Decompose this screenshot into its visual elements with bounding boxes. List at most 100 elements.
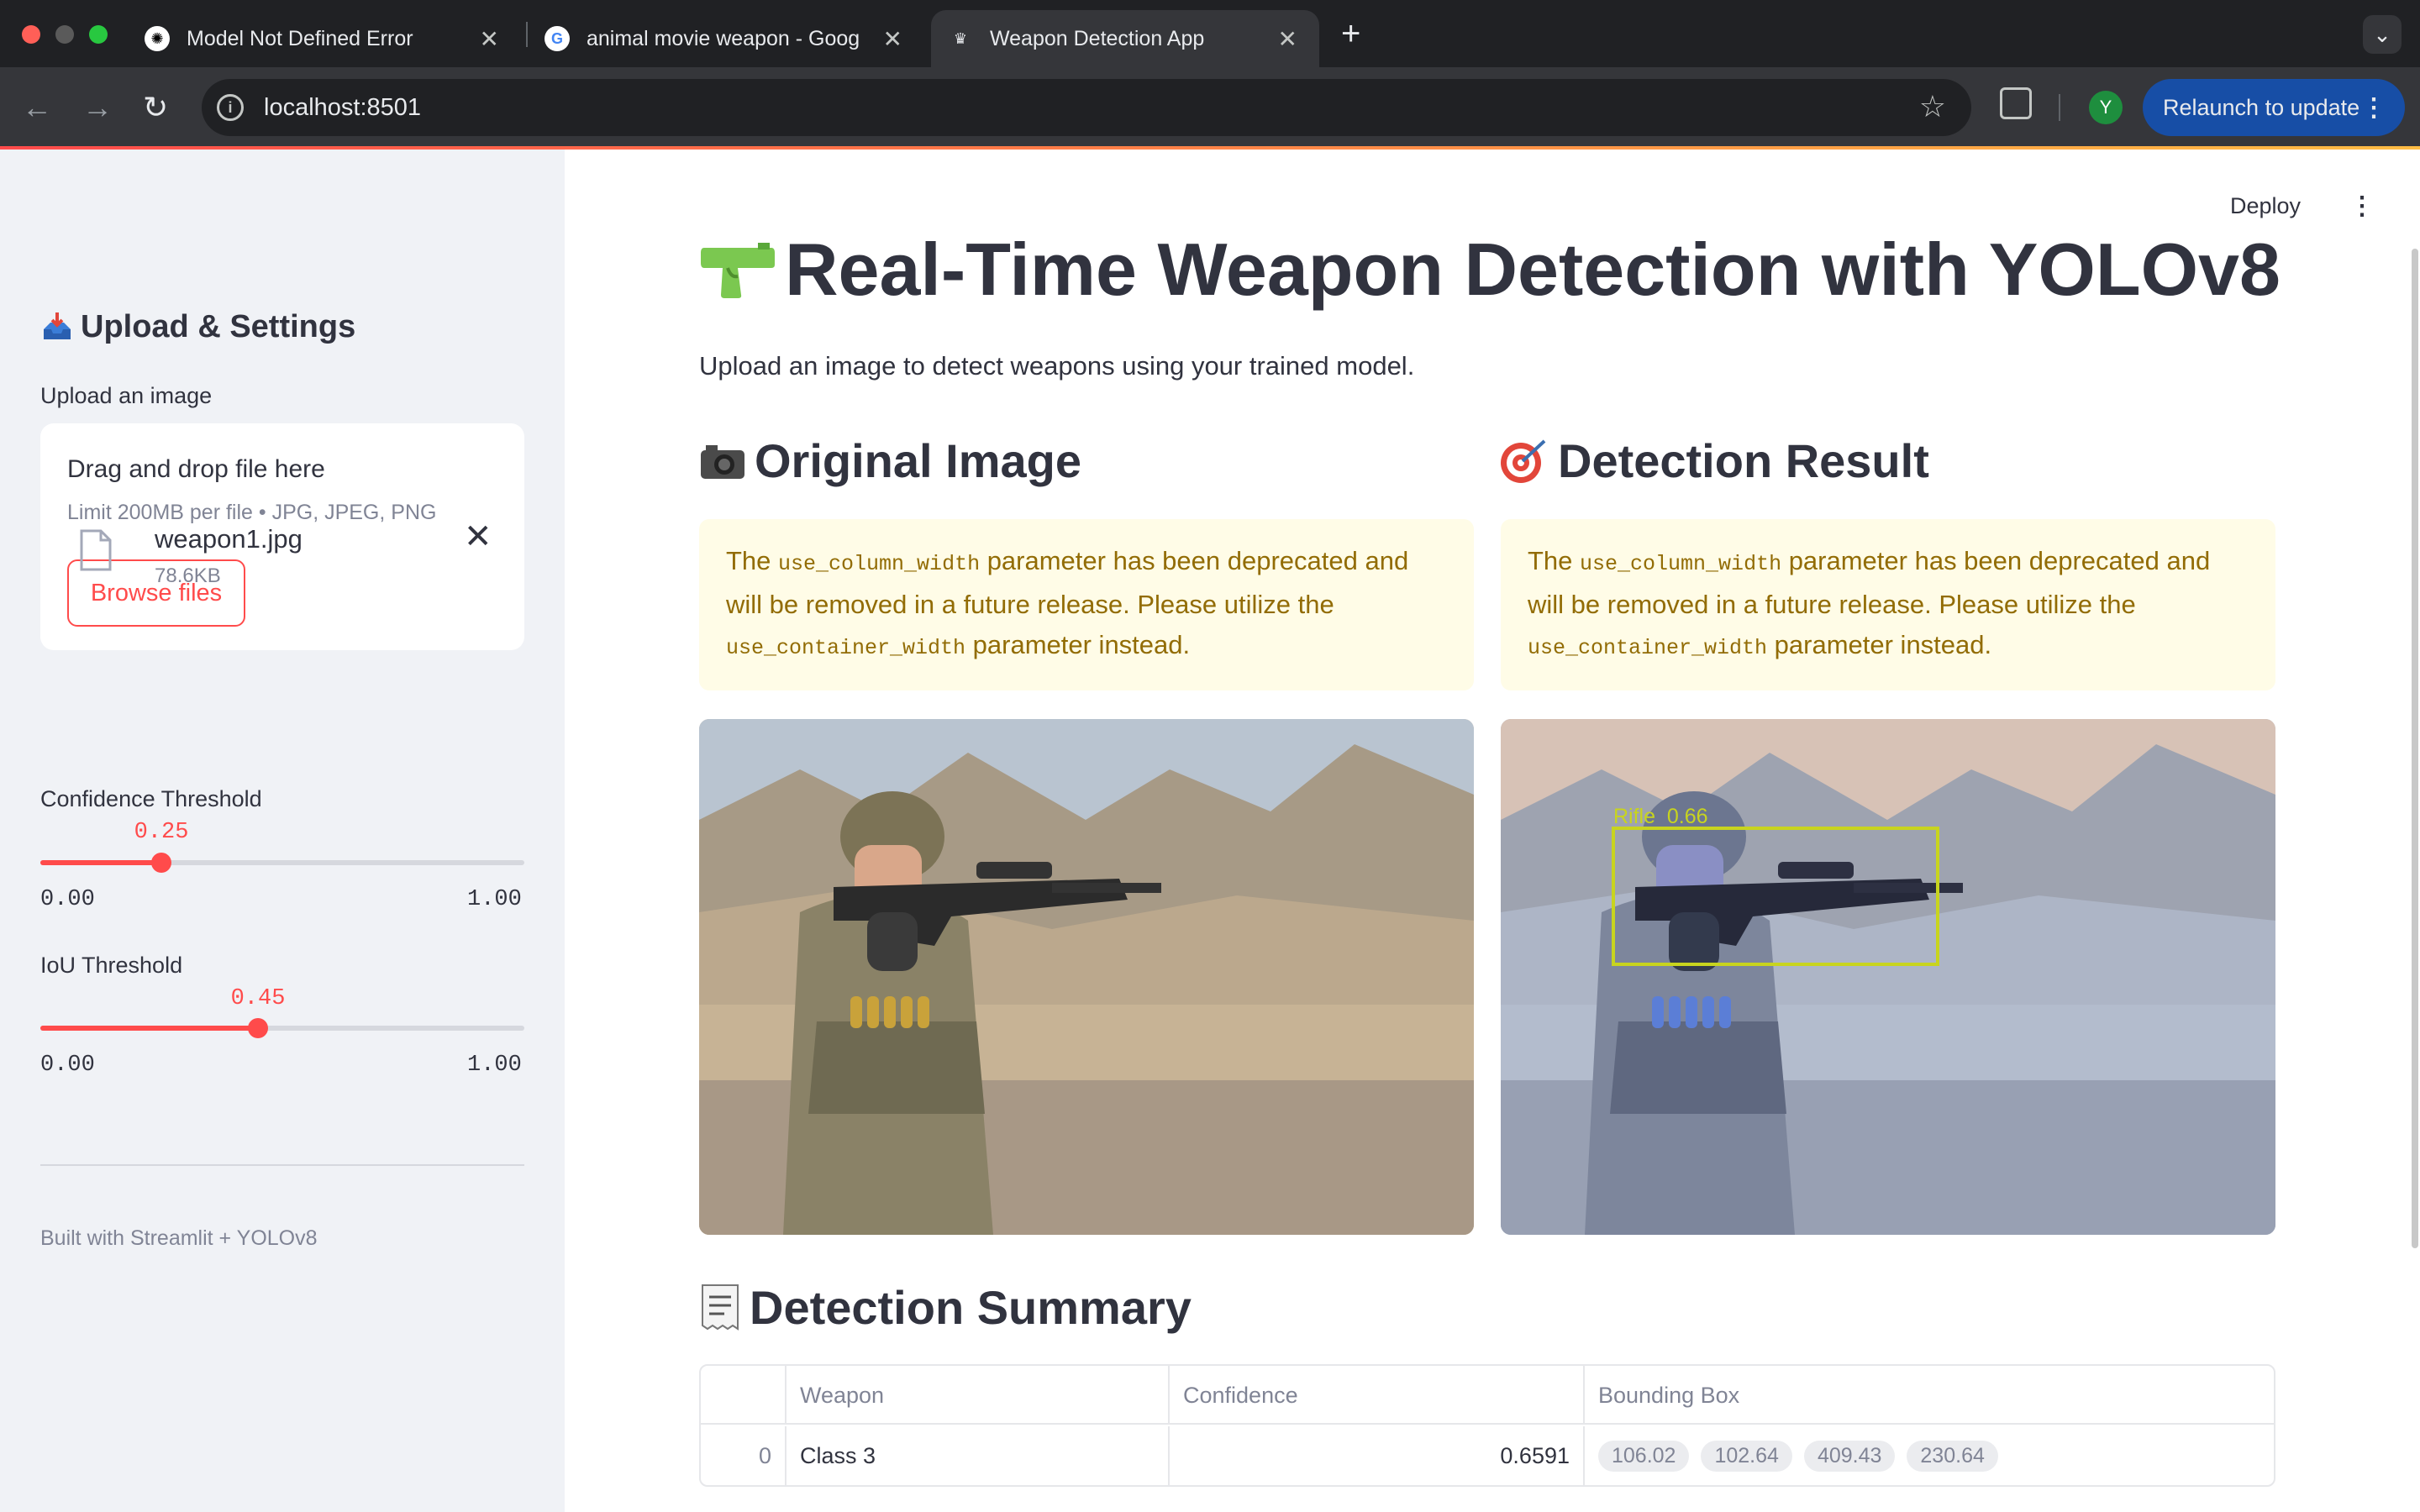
file-icon — [80, 529, 112, 571]
confidence-cell[interactable]: 0.6591 — [1170, 1426, 1585, 1485]
detection-result-heading: Detection Result — [1499, 433, 1929, 488]
row-index-cell[interactable]: 0 — [701, 1426, 786, 1485]
table-header-row: Weapon Confidence Bounding Box — [701, 1366, 2274, 1425]
detection-summary-table[interactable]: Weapon Confidence Bounding Box 0 Class 3… — [699, 1364, 2275, 1487]
warning-code: use_container_width — [1528, 636, 1768, 660]
sidebar-divider — [40, 1164, 524, 1166]
detection-result-image: Rifle 0.66 — [1501, 719, 2275, 1235]
detection-summary-heading: Detection Summary — [699, 1280, 1192, 1335]
warning-text: parameter instead. — [1767, 630, 1992, 659]
page-title: Real-Time Weapon Detection with YOLOv8 — [699, 227, 2281, 312]
close-window-button[interactable] — [22, 25, 40, 44]
confidence-max: 1.00 — [467, 887, 522, 912]
confidence-label: Confidence Threshold — [40, 786, 262, 811]
browser-tab-2[interactable]: G animal movie weapon - Goog ✕ — [529, 10, 924, 67]
scrollbar[interactable] — [2412, 249, 2418, 1248]
original-image-heading: Original Image — [699, 433, 1081, 488]
inbox-tray-icon — [44, 312, 71, 339]
iou-value: 0.45 — [230, 986, 286, 1011]
detection-photo — [1501, 719, 2275, 1235]
tab-title: animal movie weapon - Goog — [587, 26, 860, 50]
remove-file-close-icon[interactable]: ✕ — [464, 517, 492, 556]
address-bar[interactable]: i localhost:8501 ☆ — [202, 79, 1971, 136]
confidence-min: 0.00 — [40, 887, 95, 912]
detection-result-heading-text: Detection Result — [1558, 434, 1929, 487]
iou-slider-thumb[interactable] — [248, 1018, 269, 1038]
weapon-cell[interactable]: Class 3 — [786, 1426, 1170, 1485]
uploaded-file-name: weapon1.jpg — [155, 524, 302, 554]
dropzone-title: Drag and drop file here — [67, 455, 325, 483]
warning-code: use_column_width — [1580, 552, 1782, 576]
relaunch-label: Relaunch to update — [2163, 94, 2360, 120]
iou-slider[interactable] — [40, 1018, 524, 1038]
toolbar-divider — [2059, 94, 2060, 121]
main-menu-icon[interactable]: ⋮ — [2349, 192, 2375, 221]
warning-code: use_column_width — [778, 552, 981, 576]
new-tab-icon[interactable]: + — [1341, 15, 1360, 53]
confidence-value: 0.25 — [134, 820, 189, 845]
column-header-weapon[interactable]: Weapon — [786, 1366, 1170, 1425]
tab-title: Model Not Defined Error — [187, 26, 413, 50]
relaunch-button[interactable]: Relaunch to update ⋮ — [2143, 79, 2405, 136]
bullseye-icon — [1501, 439, 1546, 483]
column-header-bounding-box[interactable]: Bounding Box — [1585, 1366, 2274, 1425]
tab-search-chevron-icon[interactable]: ⌄ — [2363, 15, 2402, 54]
confidence-slider-fill — [40, 860, 161, 865]
uploader-label: Upload an image — [40, 383, 213, 408]
close-tab-icon[interactable]: ✕ — [1278, 25, 1297, 53]
sidebar-title: Upload & Settings — [40, 309, 355, 345]
back-arrow-icon[interactable]: ← — [22, 91, 52, 124]
warning-code: use_container_width — [726, 636, 966, 660]
detection-summary-heading-text: Detection Summary — [750, 1281, 1192, 1334]
deprecation-warning-right: The use_column_width parameter has been … — [1501, 519, 2275, 690]
extensions-puzzle-icon[interactable] — [2000, 87, 2032, 119]
original-image — [699, 719, 1474, 1235]
warning-text: The — [726, 546, 779, 575]
page-title-text: Real-Time Weapon Detection with YOLOv8 — [785, 228, 2281, 311]
confidence-slider-thumb[interactable] — [151, 853, 171, 873]
url-text[interactable]: localhost:8501 — [264, 94, 421, 122]
google-icon: G — [544, 26, 570, 51]
close-tab-icon[interactable]: ✕ — [480, 25, 499, 53]
original-image-heading-text: Original Image — [755, 434, 1081, 487]
tab-divider — [526, 22, 528, 47]
detection-box-label: Rifle 0.66 — [1613, 805, 1708, 828]
iou-slider-fill — [40, 1026, 259, 1031]
bbox-value-pill: 106.02 — [1598, 1440, 1690, 1472]
soldier-photo — [699, 719, 1474, 1235]
iou-max: 1.00 — [467, 1053, 522, 1078]
confidence-slider[interactable] — [40, 853, 524, 873]
intro-text: Upload an image to detect weapons using … — [699, 351, 1415, 381]
warning-text: The — [1528, 546, 1581, 575]
deploy-button[interactable]: Deploy — [2230, 193, 2301, 219]
uploaded-file-size: 78.6KB — [155, 564, 221, 587]
tab-title: Weapon Detection App — [990, 26, 1205, 50]
bookmark-star-icon[interactable]: ☆ — [1919, 89, 1946, 124]
water-pistol-icon — [701, 243, 775, 298]
bounding-box-cell[interactable]: 106.02 102.64 409.43 230.64 — [1585, 1426, 2274, 1485]
minimize-window-button[interactable] — [55, 25, 74, 44]
table-row[interactable]: 0 Class 3 0.6591 106.02 102.64 409.43 23… — [701, 1426, 2274, 1485]
browser-toolbar: ← → ↻ i localhost:8501 ☆ Y Relaunch to u… — [0, 67, 2420, 148]
sidebar-title-text: Upload & Settings — [81, 309, 356, 344]
dropzone-limit-text: Limit 200MB per file • JPG, JPEG, PNG — [67, 501, 437, 524]
column-header-index[interactable] — [701, 1366, 786, 1425]
openai-icon: ✺ — [145, 26, 170, 51]
close-tab-icon[interactable]: ✕ — [883, 25, 902, 53]
browser-tab-strip: ✺ Model Not Defined Error ✕ G animal mov… — [0, 0, 2420, 67]
camera-icon — [701, 444, 744, 479]
warning-text: parameter instead. — [965, 630, 1191, 659]
site-info-icon[interactable]: i — [217, 94, 244, 121]
deprecation-warning-left: The use_column_width parameter has been … — [699, 519, 1474, 690]
profile-avatar[interactable]: Y — [2089, 91, 2123, 124]
column-header-confidence[interactable]: Confidence — [1170, 1366, 1585, 1425]
browser-tab-1[interactable]: ✺ Model Not Defined Error ✕ — [126, 10, 521, 67]
bbox-value-pill: 409.43 — [1803, 1440, 1896, 1472]
forward-arrow-icon[interactable]: → — [82, 91, 113, 124]
maximize-window-button[interactable] — [89, 25, 108, 44]
iou-label: IoU Threshold — [40, 953, 183, 978]
sidebar-footer: Built with Streamlit + YOLOv8 — [40, 1226, 318, 1250]
reload-icon[interactable]: ↻ — [143, 91, 168, 124]
chrome-menu-icon[interactable]: ⋮ — [2361, 93, 2386, 123]
browser-tab-3-active[interactable]: ♛ Weapon Detection App ✕ — [931, 10, 1319, 67]
